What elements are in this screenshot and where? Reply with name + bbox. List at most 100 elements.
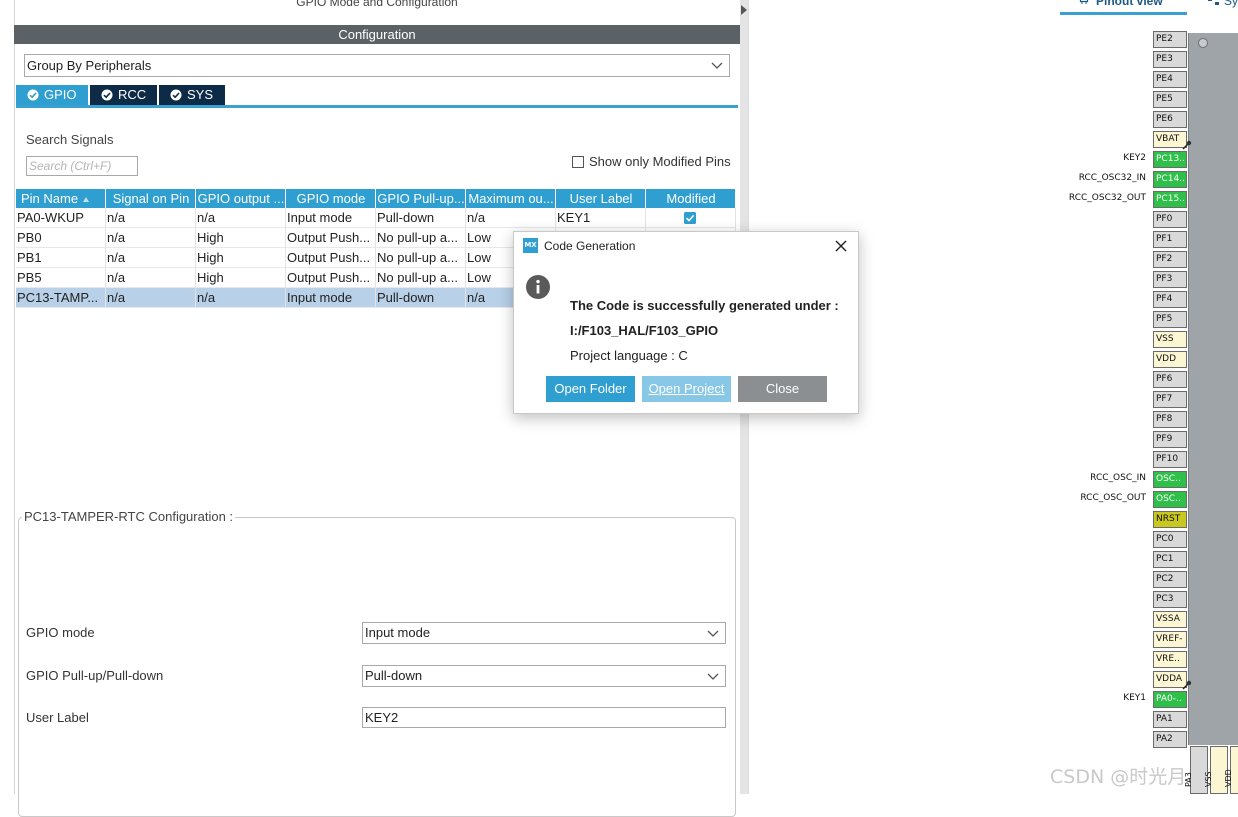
mcu-pin[interactable]: PF4 (1153, 291, 1187, 308)
dialog-title: Code Generation (544, 239, 636, 253)
pin-signal-label: KEY2 (1123, 153, 1146, 163)
chevron-down-icon (707, 630, 719, 637)
mcu-pin[interactable]: PF9 (1153, 431, 1187, 448)
mcu-pin[interactable]: PA2 (1153, 731, 1187, 748)
pin-config-legend: PC13-TAMPER-RTC Configuration : (22, 509, 236, 524)
mcu-pin[interactable]: PC14.. (1153, 171, 1187, 188)
group-by-select[interactable]: Group By Peripherals (24, 54, 730, 77)
gpio-pull-select[interactable]: Pull-down (362, 665, 726, 687)
pin-pushpin-icon (1182, 140, 1192, 150)
open-folder-button[interactable]: Open Folder (546, 376, 635, 402)
table-row[interactable]: PA0-WKUP n/a n/a Input mode Pull-down n/a KEY1 (16, 208, 736, 228)
mcu-pin[interactable]: PA1 (1153, 711, 1187, 728)
table-cell-pin: PC13-TAMP... (16, 288, 106, 308)
mcu-pin[interactable]: VDD (1153, 351, 1187, 368)
mcu-pin[interactable]: PA0-.. (1153, 691, 1187, 708)
mcu-pin[interactable]: PC15.. (1153, 191, 1187, 208)
mcu-pin[interactable]: PC1 (1153, 551, 1187, 568)
mcu-pin[interactable]: PC0 (1153, 531, 1187, 548)
chevron-down-icon (711, 62, 723, 69)
table-cell-pull: Pull-down (376, 208, 466, 228)
code-generation-dialog: MX Code Generation The Code is successfu… (513, 231, 859, 414)
checked-checkbox-icon (684, 212, 696, 224)
column-header-max-speed[interactable]: Maximum ou... (466, 189, 556, 208)
table-cell-pull: No pull-up a... (376, 248, 466, 268)
search-input[interactable] (26, 156, 138, 176)
panel-title: GPIO Mode and Configuration (296, 0, 458, 9)
user-label-input[interactable]: KEY2 (362, 707, 726, 728)
dialog-message: The Code is successfully generated under… (570, 298, 839, 313)
mcu-pin[interactable]: PE3 (1153, 51, 1187, 68)
close-button[interactable]: Close (738, 376, 827, 402)
mcu-bottom-pin-label: VSS (1204, 771, 1213, 787)
mcu-pin[interactable]: PE6 (1153, 111, 1187, 128)
table-cell-mode: Output Push... (286, 228, 376, 248)
mcu-pin[interactable]: VSS (1153, 331, 1187, 348)
table-cell-signal: n/a (106, 268, 196, 288)
tab-sys[interactable]: SYS (159, 85, 225, 105)
mcu-pin[interactable]: VSSA (1153, 611, 1187, 628)
tab-pinout-underline (1060, 12, 1187, 15)
show-modified-checkbox[interactable] (572, 156, 584, 168)
chip-icon (1079, 0, 1089, 4)
tab-rcc[interactable]: RCC (90, 85, 157, 105)
pin-pushpin-icon (1182, 680, 1192, 690)
table-cell-label: KEY1 (556, 208, 646, 228)
mcu-pin[interactable]: OSC.. (1153, 471, 1187, 488)
table-header: Pin Name Signal on Pin GPIO output ... G… (16, 189, 736, 208)
table-cell-signal: n/a (106, 208, 196, 228)
column-header-gpio-pull[interactable]: GPIO Pull-up... (376, 189, 466, 208)
mcu-pin[interactable]: PF0 (1153, 211, 1187, 228)
mcu-pin[interactable]: VRE.. (1153, 651, 1187, 668)
mcu-pin[interactable]: PF5 (1153, 311, 1187, 328)
configuration-header: Configuration (14, 25, 740, 44)
mcu-bottom-pin[interactable]: VDD (1224, 746, 1238, 794)
pin-signal-label: RCC_OSC_OUT (1080, 493, 1146, 503)
table-cell-modified (646, 208, 736, 228)
column-header-gpio-mode[interactable]: GPIO mode (286, 189, 376, 208)
mcu-pin[interactable]: NRST (1153, 511, 1187, 528)
tab-rcc-label: RCC (118, 87, 147, 102)
user-label-label: User Label (26, 710, 89, 725)
table-cell-output: n/a (196, 208, 286, 228)
tab-sys-label: SYS (187, 87, 214, 102)
mcu-pin[interactable]: PF2 (1153, 251, 1187, 268)
table-cell-pull: No pull-up a... (376, 228, 466, 248)
mcu-pin[interactable]: PF3 (1153, 271, 1187, 288)
column-header-user-label[interactable]: User Label (556, 189, 646, 208)
tab-system-view-label[interactable]: Sy (1224, 0, 1238, 8)
column-header-pin-name[interactable]: Pin Name (16, 189, 106, 208)
column-header-signal[interactable]: Signal on Pin (106, 189, 196, 208)
mcu-pin[interactable]: PE5 (1153, 91, 1187, 108)
gpio-pull-value: Pull-down (365, 668, 423, 683)
open-project-button[interactable]: Open Project (642, 376, 731, 402)
mcu-pin[interactable]: PC3 (1153, 591, 1187, 608)
mcu-pin[interactable]: PF6 (1153, 371, 1187, 388)
mcu-pin[interactable]: PC2 (1153, 571, 1187, 588)
mcu-pin[interactable]: PC13.. (1153, 151, 1187, 168)
table-cell-signal: n/a (106, 228, 196, 248)
gpio-mode-select[interactable]: Input mode (362, 622, 726, 644)
mcu-pin[interactable]: PF1 (1153, 231, 1187, 248)
mcu-pin[interactable]: OSC.. (1153, 491, 1187, 508)
search-signals-label: Search Signals (26, 132, 114, 147)
tab-gpio[interactable]: GPIO (16, 85, 88, 105)
mcu-pin[interactable]: PF8 (1153, 411, 1187, 428)
table-cell-output: High (196, 228, 286, 248)
mcu-chip-body (1188, 33, 1238, 745)
mcu-pin[interactable]: PE2 (1153, 31, 1187, 48)
mcu-pin[interactable]: PF7 (1153, 391, 1187, 408)
mcu-pin[interactable]: VREF- (1153, 631, 1187, 648)
close-icon[interactable] (834, 239, 848, 253)
gpio-mode-label: GPIO mode (26, 625, 95, 640)
column-header-modified[interactable]: Modified (646, 189, 736, 208)
pin-signal-label: RCC_OSC32_OUT (1068, 193, 1146, 203)
table-cell-output: High (196, 248, 286, 268)
collapse-arrow-icon[interactable] (740, 4, 748, 16)
info-icon (526, 275, 550, 299)
table-cell-mode: Input mode (286, 208, 376, 228)
pin-signal-label: RCC_OSC_IN (1090, 473, 1146, 483)
mcu-pin[interactable]: PF10 (1153, 451, 1187, 468)
column-header-gpio-output[interactable]: GPIO output ... (196, 189, 286, 208)
mcu-pin[interactable]: PE4 (1153, 71, 1187, 88)
